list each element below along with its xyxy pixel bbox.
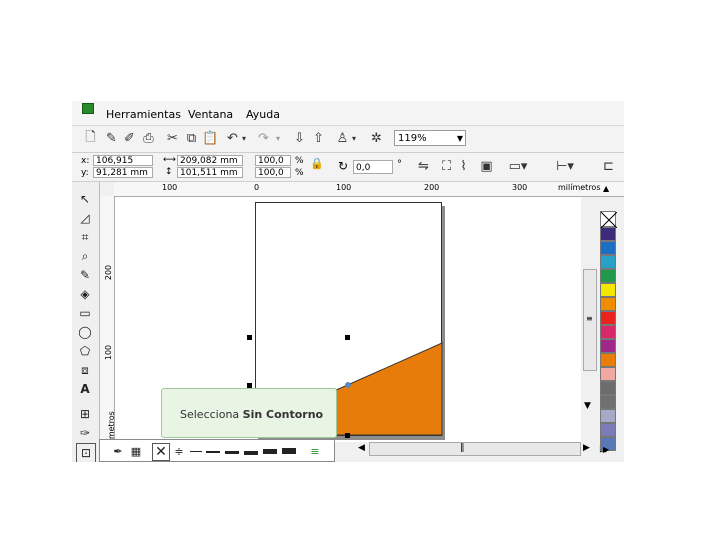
tooltip-prefix: Selecciona bbox=[180, 408, 243, 421]
color-swatch[interactable] bbox=[600, 353, 616, 367]
tooltip-bold: Sin Contorno bbox=[242, 408, 324, 421]
outline-width-4[interactable] bbox=[263, 449, 277, 454]
hairline-outline-icon[interactable]: ≑ bbox=[172, 443, 186, 459]
no-color-swatch[interactable] bbox=[600, 211, 617, 228]
scroll-right-arrow[interactable]: ▶ bbox=[583, 443, 590, 453]
selection-handle[interactable] bbox=[345, 335, 350, 340]
selection-handle[interactable] bbox=[345, 433, 350, 438]
node-marker bbox=[345, 382, 351, 388]
color-swatch[interactable] bbox=[600, 269, 616, 283]
color-swatch[interactable] bbox=[600, 297, 616, 311]
orange-shape[interactable] bbox=[72, 101, 624, 462]
color-swatch[interactable] bbox=[600, 241, 616, 255]
color-swatch[interactable] bbox=[600, 409, 616, 423]
tooltip-text: Selecciona Sin Contorno bbox=[180, 408, 323, 421]
outline-color-icon[interactable]: ▦ bbox=[129, 443, 143, 459]
grip-icon: ‖ bbox=[460, 443, 465, 453]
color-swatch[interactable] bbox=[600, 339, 616, 353]
corel-window: Herramientas Ventana Ayuda 🗋 ✎ ✐ ⎙ ✂ ⧉ 📋… bbox=[72, 101, 624, 462]
palette-scroll-up[interactable]: ▲ bbox=[603, 184, 609, 193]
color-swatch[interactable] bbox=[600, 423, 616, 437]
outline-width-1[interactable] bbox=[206, 451, 220, 453]
color-swatch[interactable] bbox=[600, 311, 616, 325]
outline-pen-icon[interactable]: ✒ bbox=[111, 443, 125, 459]
color-swatch[interactable] bbox=[600, 283, 616, 297]
scroll-left-arrow[interactable]: ◀ bbox=[358, 443, 365, 453]
horizontal-scrollbar-thumb[interactable]: ‖ bbox=[369, 442, 581, 456]
no-outline-icon[interactable]: ✕ bbox=[152, 443, 170, 461]
orange-polygon bbox=[333, 342, 443, 436]
outline-color-docker-icon[interactable]: ≡ bbox=[308, 443, 322, 459]
color-swatch[interactable] bbox=[600, 381, 616, 395]
vertical-scrollbar-thumb[interactable]: ≡ bbox=[583, 269, 597, 371]
tooltip-no-outline: Selecciona Sin Contorno bbox=[161, 388, 337, 438]
outline-width-half[interactable] bbox=[190, 451, 202, 452]
palette-scroll-down[interactable]: ▶ bbox=[603, 445, 609, 454]
selection-handle[interactable] bbox=[247, 335, 252, 340]
scroll-down-arrow[interactable]: ▼ bbox=[584, 401, 591, 411]
outline-width-5[interactable] bbox=[282, 448, 296, 454]
swatch-list bbox=[600, 227, 618, 451]
color-palette bbox=[600, 211, 618, 451]
outline-width-2[interactable] bbox=[225, 451, 239, 454]
color-swatch[interactable] bbox=[600, 325, 616, 339]
grip-icon: ≡ bbox=[586, 314, 593, 323]
color-swatch[interactable] bbox=[600, 255, 616, 269]
outline-flyout: ✒ ▦ ✕ ≑ ≡ bbox=[99, 439, 335, 462]
color-swatch[interactable] bbox=[600, 367, 616, 381]
color-swatch[interactable] bbox=[600, 395, 616, 409]
outline-width-3[interactable] bbox=[244, 451, 258, 455]
color-swatch[interactable] bbox=[600, 227, 616, 241]
